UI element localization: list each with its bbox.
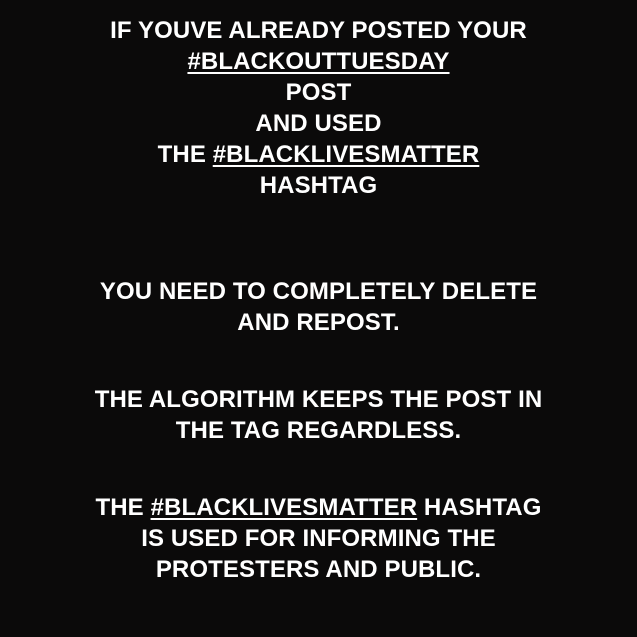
message-line: THE #BLACKLIVESMATTER [0, 139, 637, 170]
message-line: AND REPOST. [237, 309, 400, 336]
message-line: POST [285, 79, 352, 106]
message-line: THE #BLACKLIVESMATTER HASHTAG [0, 492, 637, 523]
message-line: AND USED [255, 110, 382, 137]
hashtag-blacklivesmatter[interactable]: #BLACKLIVESMATTER [151, 494, 418, 521]
message-text: THE [157, 141, 213, 168]
message-line: THE TAG REGARDLESS. [175, 417, 462, 444]
hashtag-blacklivesmatter[interactable]: #BLACKLIVESMATTER [213, 141, 480, 168]
message-block-hashtag-purpose: THE #BLACKLIVESMATTER HASHTAG IS USED FO… [0, 492, 637, 585]
message-line: #BLACKOUTTUESDAY [0, 46, 637, 77]
message-line: IF YOUVE ALREADY POSTED YOUR [110, 17, 527, 44]
message-block-algorithm: THE ALGORITHM KEEPS THE POST IN THE TAG … [0, 384, 637, 446]
message-block-instructions: IF YOUVE ALREADY POSTED YOUR #BLACKOUTTU… [0, 15, 637, 201]
message-block-delete: YOU NEED TO COMPLETELY DELETE AND REPOST… [0, 276, 637, 338]
message-text: THE [95, 494, 151, 521]
message-line: THE ALGORITHM KEEPS THE POST IN [94, 386, 543, 413]
post-image: IF YOUVE ALREADY POSTED YOUR #BLACKOUTTU… [0, 0, 637, 637]
message-line: PROTESTERS AND PUBLIC. [155, 556, 482, 583]
message-text: HASHTAG [417, 494, 542, 521]
message-line: YOU NEED TO COMPLETELY DELETE [99, 278, 538, 305]
message-line: IS USED FOR INFORMING THE [141, 525, 496, 552]
message-line: HASHTAG [259, 172, 378, 199]
hashtag-blackouttuesday[interactable]: #BLACKOUTTUESDAY [187, 48, 449, 75]
